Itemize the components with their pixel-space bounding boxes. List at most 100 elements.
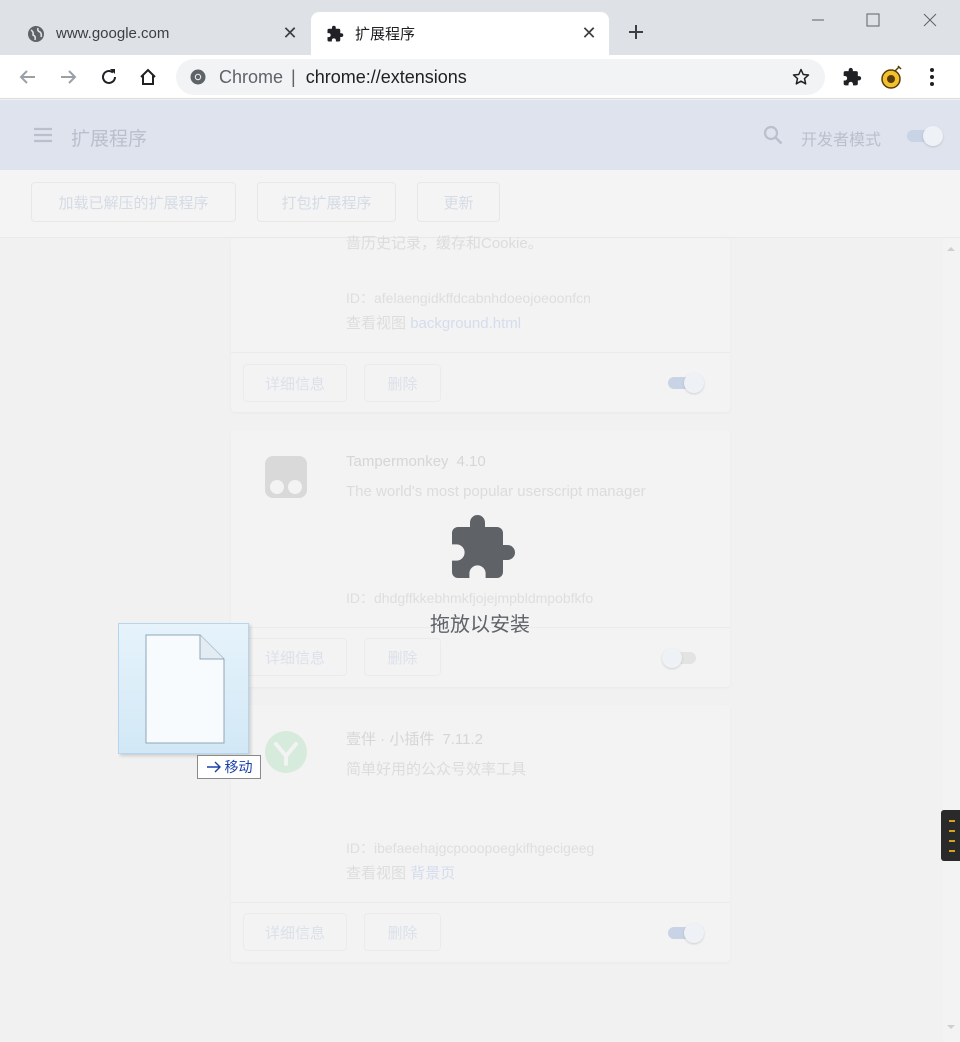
tab-title: www.google.com [56,25,170,42]
page-title: 扩展程序 [71,129,148,150]
close-icon[interactable]: ✕ [280,23,300,44]
toggle-knob [684,923,704,943]
remove-button[interactable]: 删除 [364,913,441,951]
new-tab-button[interactable] [624,20,648,44]
update-button[interactable]: 更新 [417,182,500,222]
globe-icon [26,24,46,44]
extension-enable-toggle[interactable] [662,646,700,668]
bookmark-star-icon[interactable] [789,65,813,89]
side-widget[interactable] [941,810,960,861]
arrow-right-icon [61,70,77,84]
omnibox-url: chrome://extensions [305,66,467,87]
drop-to-install-label: 拖放以安装 [430,614,530,636]
omnibox-separator: | [291,66,296,87]
details-button[interactable]: 详细信息 [243,364,347,402]
dev-toolbar: 加载已解压的扩展程序 打包扩展程序 更新 [0,170,960,238]
views-label: 查看视图 [346,865,407,882]
home-button[interactable] [135,64,161,90]
scroll-up-icon[interactable] [946,244,956,254]
background-page-link[interactable]: background.html [410,315,521,332]
load-unpacked-button[interactable]: 加载已解压的扩展程序 [31,182,236,222]
extension-name: 壹伴 · 小插件 7.11.2 [346,728,483,749]
id-label: ID： [346,590,374,606]
id-value: afelaengidkffdcabnhdoeojoeoonfcn [374,290,591,306]
remove-button[interactable]: 删除 [364,638,441,676]
tampermonkey-icon [264,455,308,499]
version-text: 7.11.2 [442,731,483,748]
puzzle-icon [325,24,345,44]
plus-icon [629,25,643,39]
file-icon [145,634,225,744]
tab-title: 扩展程序 [355,26,416,43]
browser-toolbar: Chrome | chrome://extensions [0,55,960,99]
maximize-icon [866,13,880,27]
version-text: 4.10 [456,453,486,470]
tab-google[interactable]: www.google.com ✕ [12,12,310,55]
id-value: ibefaeehajgcpooopoegkifhgecigeeg [374,840,595,856]
scroll-down-icon[interactable] [946,1022,956,1032]
background-page-link[interactable]: 背景页 [410,865,455,882]
extension-id: ID：afelaengidkffdcabnhdoeojoeoonfcn [346,288,591,308]
card-divider [231,352,730,353]
omnibox-scheme: Chrome [219,66,284,87]
remove-button[interactable]: 删除 [364,364,441,402]
pack-extension-button[interactable]: 打包扩展程序 [257,182,396,222]
arrow-right-icon [206,761,221,773]
more-vert-icon [930,68,934,86]
forward-button[interactable] [55,64,81,90]
tampermonkey-extension-button[interactable] [879,64,905,90]
toggle-knob [662,648,682,668]
minimize-button[interactable] [806,8,830,32]
extension-id: ID：ibefaeehajgcpooopoegkifhgecigeeg [346,838,594,858]
back-button[interactable] [15,64,41,90]
inspect-views: 查看视图 背景页 [346,862,455,883]
toggle-knob [923,126,943,146]
omnibox[interactable]: Chrome | chrome://extensions [176,59,825,95]
id-label: ID： [346,840,374,856]
close-icon [923,13,937,27]
yiban-icon [264,730,308,774]
extensions-menu-button[interactable] [839,64,865,90]
arrow-left-icon [19,70,35,84]
extension-card: 啬历史记录，缓存和Cookie。 ID：afelaengidkffdcabnhd… [231,235,730,412]
minimize-icon [812,19,824,21]
extension-enable-toggle[interactable] [666,921,704,943]
tab-strip: www.google.com ✕ 扩展程序 ✕ [0,0,960,55]
puzzle-icon [843,67,862,86]
extension-description: The world's most popular userscript mana… [346,483,646,500]
chrome-menu-button[interactable] [919,64,945,90]
views-label: 查看视图 [346,315,407,332]
close-icon[interactable]: ✕ [579,23,599,44]
home-icon [140,68,156,85]
details-button[interactable]: 详细信息 [243,638,347,676]
page-scrollbar[interactable] [943,238,960,1042]
tab-extensions[interactable]: 扩展程序 ✕ [311,12,609,55]
toggle-knob [684,373,704,393]
details-button[interactable]: 详细信息 [243,913,347,951]
name-text: 壹伴 · 小插件 [346,731,435,748]
search-icon[interactable] [762,124,784,146]
extension-description: 啬历史记录，缓存和Cookie。 [346,235,543,252]
name-text: Tampermonkey [346,453,449,470]
window-close-button[interactable] [918,8,942,32]
maximize-button[interactable] [861,8,885,32]
extensions-header: 扩展程序 开发者模式 [0,100,960,170]
hamburger-menu-icon[interactable] [32,124,54,146]
dev-mode-label: 开发者模式 [801,132,882,149]
reload-button[interactable] [96,64,122,90]
drag-ghost [118,623,249,754]
dev-mode-toggle[interactable] [905,124,943,146]
extension-enable-toggle[interactable] [666,371,704,393]
extension-description: 简单好用的公众号效率工具 [346,761,527,778]
chrome-icon [190,68,208,86]
inspect-views: 查看视图 background.html [346,312,521,333]
monkey-icon [881,65,902,89]
puzzle-icon [452,515,515,578]
extension-card: 壹伴 · 小插件 7.11.2 简单好用的公众号效率工具 ID：ibefaeeha… [231,705,730,962]
extension-name: Tampermonkey 4.10 [346,453,486,470]
reload-icon [102,69,116,84]
card-divider [231,902,730,903]
id-value: dhdgffkkebhmkfjojejmpbldmpobfkfo [374,590,594,606]
drag-move-badge: 移动 [197,755,261,779]
extension-id: ID：dhdgffkkebhmkfjojejmpbldmpobfkfo [346,588,593,608]
